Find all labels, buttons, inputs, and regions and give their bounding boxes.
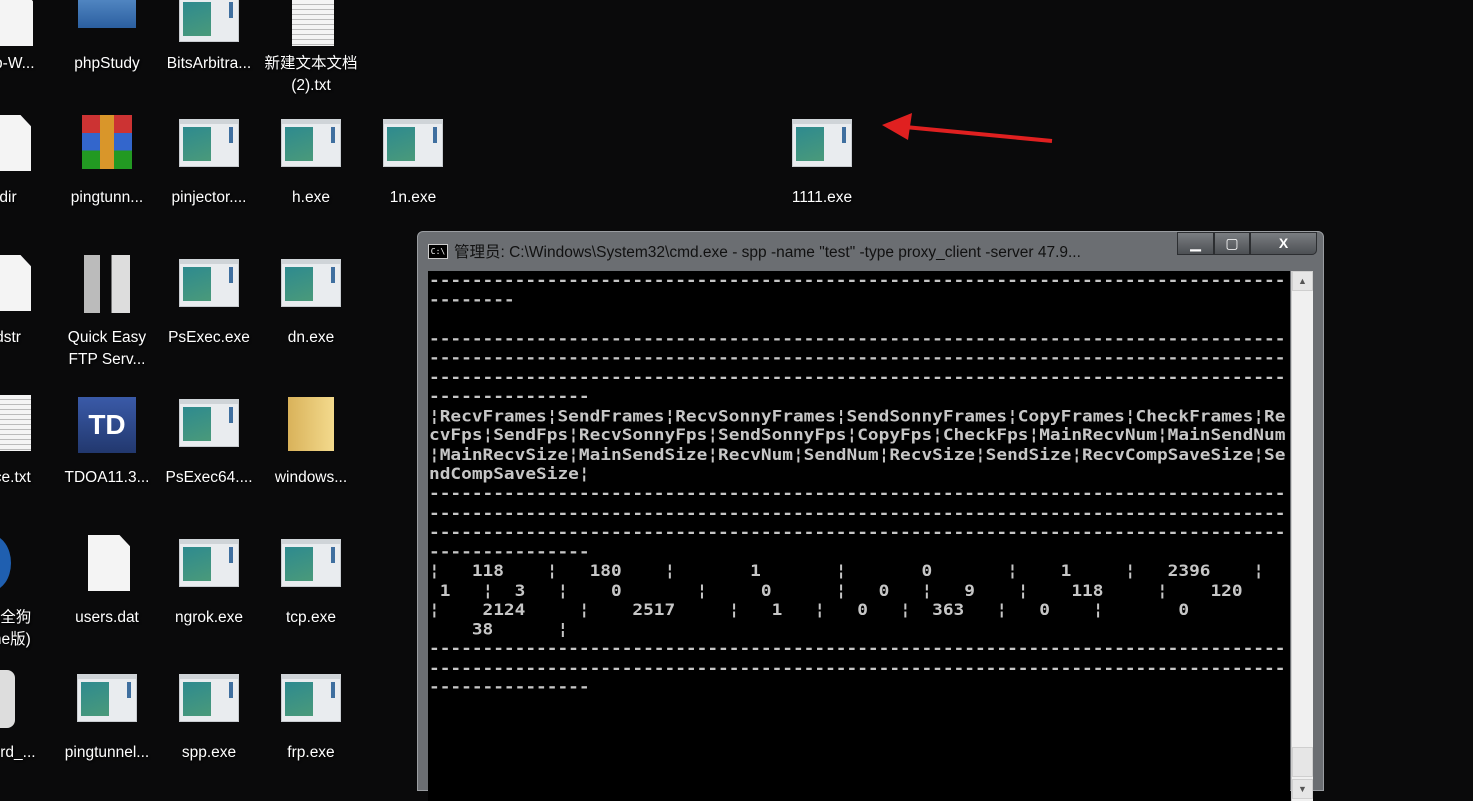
console-line: --------------- [429, 542, 590, 562]
console-line: ¦MainRecvSize¦MainSendSize¦RecvNum¦SendN… [429, 445, 1286, 465]
console-line: ----------------------------------------… [429, 367, 1286, 387]
cmd-icon: C:\ [428, 243, 448, 259]
window-title: 管理员: C:\Windows\System32\cmd.exe - spp -… [454, 244, 1081, 261]
console-line: ----------------------------------------… [429, 329, 1286, 349]
cmd-window: C:\ 管理员: C:\Windows\System32\cmd.exe - s… [417, 231, 1324, 801]
scroll-down-button[interactable]: ▼ [1292, 779, 1313, 799]
console-line: ¦ 2124 ¦ 2517 ¦ 1 ¦ 0 ¦ 363 ¦ 0 ¦ 0 ¦ [429, 600, 1290, 620]
console-line: --------------- [429, 678, 590, 698]
console-line: 38 ¦ [429, 620, 569, 639]
scroll-thumb[interactable] [1292, 747, 1313, 777]
console-line: ----------------------------------------… [429, 523, 1286, 542]
vertical-scrollbar[interactable]: ▲ ▼ [1291, 271, 1313, 801]
close-button[interactable]: X [1250, 232, 1317, 255]
scroll-up-button[interactable]: ▲ [1292, 271, 1313, 291]
console-line: ----------------------------------------… [429, 271, 1286, 290]
console-line: 1 ¦ 3 ¦ 0 ¦ 0 ¦ 0 ¦ 9 ¦ 118 ¦ 120 [429, 581, 1243, 601]
console-line: cvFps¦SendFps¦RecvSonnyFps¦SendSonnyFps¦… [429, 426, 1286, 446]
console-line: ----------------------------------------… [429, 484, 1286, 504]
console-line: ----------------------------------------… [429, 658, 1286, 678]
console-text: ----------------------------------------… [429, 271, 1290, 698]
console-line: ¦RecvFrames¦SendFrames¦RecvSonnyFrames¦S… [429, 406, 1286, 426]
minimize-button[interactable]: ▁ [1177, 232, 1214, 255]
console-output[interactable]: ----------------------------------------… [428, 271, 1290, 801]
console-line: --------------- [429, 387, 590, 407]
maximize-button[interactable]: ▢ [1214, 232, 1250, 255]
console-line: ----------------------------------------… [429, 503, 1286, 523]
console-line: ----------------------------------------… [429, 348, 1286, 368]
console-line: -------- [429, 290, 515, 310]
console-line: ndCompSaveSize¦ [429, 464, 590, 484]
console-line: ----------------------------------------… [429, 639, 1286, 659]
window-title-bar[interactable]: C:\ 管理员: C:\Windows\System32\cmd.exe - s… [428, 240, 1081, 262]
console-line: ¦ 118 ¦ 180 ¦ 1 ¦ 0 ¦ 1 ¦ 2396 ¦ [429, 561, 1265, 581]
